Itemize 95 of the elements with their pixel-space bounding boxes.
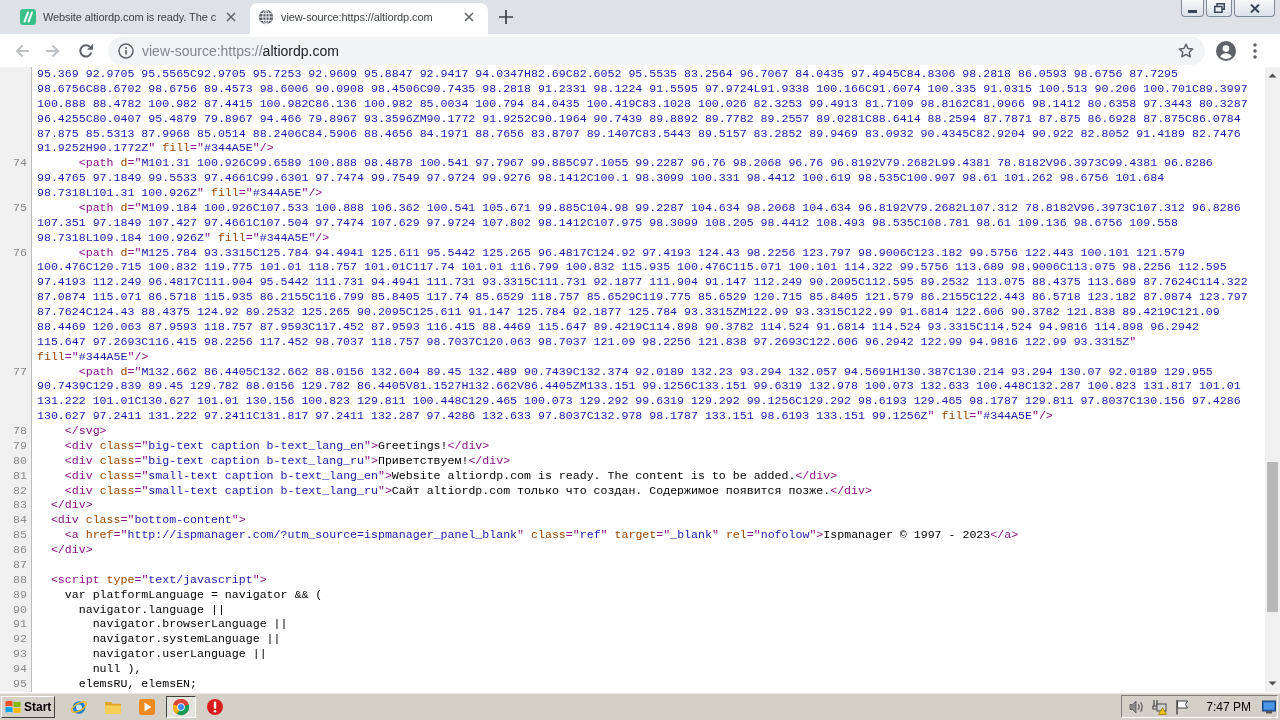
code-line: </div>: [50, 543, 93, 558]
code-line: navigator.language ||: [78, 602, 225, 618]
scroll-thumb[interactable]: [1267, 462, 1278, 612]
code-line: <div class="small-text caption b-text_lang_ru">Сайт altiordp.com только что создан. Содержимое появится позже.</div>: [64, 483, 872, 499]
code-line: 130.627 97.2411 131.222 97.2411C131.817 97.2411 132.287 97.4286 132.633 97.8037C132.978 98.1787 133.151 98.6193 133.151 99.1256Z" fill="#344A5E"/>: [37, 409, 1053, 424]
code-line: 88.4469 120.063 87.9593 118.757 87.9593C117.452 87.9593 116.415 88.4469 115.647 89.4219C114.898 90.3782 114.524 91.6814 114.524 93.3315C114.524 94.9816 114.898 96.2942: [37, 319, 1199, 335]
restore-button[interactable]: [1206, 0, 1232, 17]
line-number: 89: [13, 587, 27, 601]
line-number: 75: [13, 200, 27, 214]
line-number: 79: [13, 438, 27, 452]
code-line: <div class="big-text caption b-text_lang_ru">Приветствуем!</div>: [64, 453, 511, 469]
globe-icon: [258, 9, 274, 25]
code-line: navigator.systemLanguage ||: [92, 632, 281, 648]
taskbar-button[interactable]: [166, 695, 196, 718]
line-number: 88: [13, 572, 27, 586]
code-line: 98.6756C88.6702 98.6756 89.4573 98.6006 90.0908 98.4506C90.7435 98.2818 91.2331 98.1224 91.5595 97.9724L91.9338 100.166C91.6074 100.335 91.0315 100.513 90.206 100.701C89.3997: [37, 81, 1248, 97]
line-number: 81: [13, 468, 27, 482]
code-line: 107.351 97.1849 107.427 97.4661C107.504 97.7474 107.629 97.9724 107.802 98.1412C107.975 98.3099 108.205 98.4412 108.493 98.535C108.781 98.61 109.136 98.6756 109.558: [37, 215, 1178, 231]
code-line: <path d="M125.784 93.3315C125.784 94.4941 125.611 95.5442 125.265 96.4817C124.92 97.4193 124.43 98.2256 123.797 98.9006C123.182 99.5756 122.443 100.101 121.579: [78, 245, 1185, 261]
network-warning-icon[interactable]: [1151, 698, 1168, 715]
line-number: 90: [13, 602, 27, 616]
account-icon[interactable]: [1216, 40, 1236, 61]
close-icon[interactable]: [226, 12, 236, 22]
line-number: 84: [13, 513, 27, 527]
line-number: 82: [13, 483, 27, 497]
line-number: 80: [13, 453, 27, 467]
code-line: <path d="M109.184 100.926C107.533 100.888 106.362 100.541 105.671 99.885C104.98 99.2287 104.634 98.2068 104.634 96.8192V79.2682L107.312 78.8182V96.3973C107.312 96.8286: [78, 200, 1241, 216]
line-number: 95: [13, 676, 27, 690]
info-icon[interactable]: [118, 42, 134, 59]
code-line: <path d="M101.31 100.926C99.6589 100.888 98.4878 100.541 97.7967 99.885C97.1055 99.2287 96.76 98.2068 96.76 96.8192V79.2682L99.4381 78.8182V96.3973C99.4381 96.8286: [78, 156, 1213, 172]
code-line: 131.222 101.01C130.627 101.01 130.156 100.823 129.811 100.448C129.465 100.073 129.292 99.6319 129.292 99.1256C129.292 98.6193 129.465 98.1787 129.811 97.8037C130.156 97.4286: [37, 394, 1241, 410]
line-number: 77: [13, 364, 27, 378]
line-number: 91: [13, 617, 27, 631]
speaker-icon[interactable]: [1128, 698, 1145, 715]
minimize-button[interactable]: [1181, 0, 1204, 17]
code-line: 95.369 92.9705 95.5565C92.9705 95.7253 92.9609 95.8847 92.9417 94.0347H82.69C82.6052 95.5535 83.2564 96.7067 84.0435 97.4945C84.8306 98.2818 86.0593 98.6756 87.7295: [37, 67, 1178, 82]
clock[interactable]: 7:47 PM: [1206, 699, 1251, 714]
monitor-icon[interactable]: [1262, 699, 1276, 714]
line-number: 85: [13, 528, 27, 542]
line-number: 94: [13, 662, 27, 675]
code-line: 96.4255C80.0407 95.4879 79.8967 94.466 79.8967 93.3596ZM90.1772 91.9252C90.1964 90.7439 89.8892 89.7782 89.2557 89.0281C88.6414 88.2594 87.7871 87.875 86.6928 87.875C86.0784: [37, 111, 1241, 127]
start-button[interactable]: Start: [1, 695, 55, 718]
flag-icon[interactable]: [1174, 698, 1191, 715]
code-line: </div>: [50, 498, 93, 514]
new-tab-icon[interactable]: [499, 10, 513, 24]
code-line: 87.7624C124.43 88.4375 124.92 89.2532 125.265 90.2095C125.611 91.147 125.784 92.1877 125.784 93.3315ZM122.99 93.3315C122.99 91.6814 122.606 90.3782 121.838 89.4219C121.09: [37, 305, 1220, 320]
reload-icon[interactable]: [78, 42, 94, 59]
line-number: 78: [13, 424, 27, 437]
code-line: 87.875 85.5313 87.9968 85.0514 88.2406C84.5906 88.4656 84.1971 88.7656 83.8707 89.1407C83.5443 89.5157 83.2852 89.9469 83.0932 90.4345C82.9204 90.922 82.8052 91.4189 82.7476: [37, 126, 1241, 142]
code-line: elemsRU, elemsEN;: [78, 676, 197, 692]
code-line: navigator.browserLanguage ||: [92, 617, 288, 633]
code-line: <div class="small-text caption b-text_lang_en">Website altiordp.com is ready. The content is to be added.</div>: [64, 468, 838, 484]
code-line: <div class="big-text caption b-text_lang_en">Greetings!</div>: [64, 438, 490, 454]
restore-icon: [1213, 3, 1225, 13]
play-icon: [138, 697, 156, 716]
close-icon: [1249, 3, 1260, 13]
code-line: 98.7318L101.31 100.926Z" fill="#344A5E"/>: [37, 186, 323, 201]
minimize-icon: [1188, 9, 1197, 13]
line-number: 76: [13, 245, 27, 259]
line-number: 74: [13, 156, 27, 170]
exclamation-icon: [206, 697, 224, 716]
star-icon[interactable]: [1178, 42, 1194, 59]
browser-tab[interactable]: view-source:https://altiordp.com: [250, 3, 488, 34]
code-line: <script type="text/javascript">: [50, 572, 267, 588]
code-line: <path d="M132.662 86.4405C132.662 88.0156 132.604 89.45 132.489 90.7439C132.374 92.0189 132.23 93.294 132.057 94.5691H130.387C130.214 93.294 130.07 92.0189 129.955: [78, 364, 1213, 380]
code-line: <div class="bottom-content">: [50, 513, 246, 529]
logo-icon: [5, 698, 21, 715]
scrollbar[interactable]: [1265, 67, 1280, 692]
address-field[interactable]: view-source:https://altiordp.com: [108, 36, 1205, 65]
line-number: 83: [13, 498, 27, 512]
browser-tab[interactable]: Website altiordp.com is ready. The c: [12, 3, 250, 34]
segmented-circle-icon: [172, 697, 190, 716]
code-line: fill="#344A5E"/>: [37, 349, 149, 365]
line-number: 87: [13, 557, 27, 571]
code-line: 115.647 97.2693C116.415 98.2256 117.452 98.7037 118.757 98.7037C120.063 98.7037 121.09 98.2256 121.838 97.2693C122.606 96.2942 122.99 94.9816 122.99 93.3315Z": [37, 334, 1137, 350]
code-line: 90.7439C129.839 89.45 129.782 88.0156 129.782 86.4405V81.1527H132.662V86.4405ZM133.151 99.1256C133.151 99.6319 132.978 100.073 132.633 100.448C132.287 100.823 131.817 101.01: [37, 379, 1241, 395]
close-button[interactable]: [1234, 0, 1275, 17]
code-line: 97.4193 112.249 96.4817C111.904 95.5442 111.731 94.4941 111.731 93.3315C111.731 92.1877 111.904 91.147 112.249 90.2095C112.595 89.2532 113.075 88.4375 113.689 87.7624C114.322: [37, 275, 1248, 291]
code-line: null ),: [92, 662, 142, 677]
code-line: navigator.userLanguage ||: [92, 647, 267, 662]
code-line: 87.0874 115.071 86.5718 115.935 86.2155C116.799 85.8405 117.74 85.6529 118.757 85.6529C119.775 85.6529 120.715 85.8405 121.579 86.2155C122.443 86.5718 123.182 87.0874 123.797: [37, 290, 1248, 305]
code-line: 100.476C120.715 100.832 119.775 101.01 118.757 101.01C117.74 101.01 116.799 100.832 115.935 100.476C115.071 100.101 114.322 99.5756 113.689 98.9006C113.075 98.2256 112.595: [37, 260, 1227, 276]
code-line: <a href="http://ispmanager.com/?utm_source=ispmanager_panel_blank" class="ref" target="_blank" rel="nofolow">Ispmanager © 1997 - 2023</a>: [64, 528, 1019, 543]
code-line: 91.9252H90.1772Z" fill="#344A5E"/>: [37, 141, 274, 157]
code-line: var platformLanguage = navigator && (: [64, 587, 323, 603]
more-menu-icon[interactable]: [1253, 42, 1257, 59]
code-line: 98.7318L109.184 100.926Z" fill="#344A5E"/>: [37, 230, 330, 246]
line-number: 86: [13, 543, 27, 556]
line-number: 92: [13, 632, 27, 646]
line-number: 93: [13, 647, 27, 661]
slash-tile-icon: [20, 9, 36, 25]
code-line: 100.888 88.4782 100.982 87.4415 100.982C86.136 100.982 85.0034 100.794 84.0435 100.419C83.1028 100.026 82.3253 99.4913 81.7109 98.8162C81.0966 98.1412 80.6358 97.3443 80.3287: [37, 96, 1248, 112]
close-icon[interactable]: [464, 12, 474, 22]
code-line: </svg>: [64, 424, 107, 439]
code-line: 99.4765 97.1849 99.5533 97.4661C99.6301 97.7474 99.7549 97.9724 99.9276 98.1412C100.1 98.3099 100.331 98.4412 100.619 98.535C100.907 98.61 101.262 98.6756 101.684: [37, 171, 1165, 186]
